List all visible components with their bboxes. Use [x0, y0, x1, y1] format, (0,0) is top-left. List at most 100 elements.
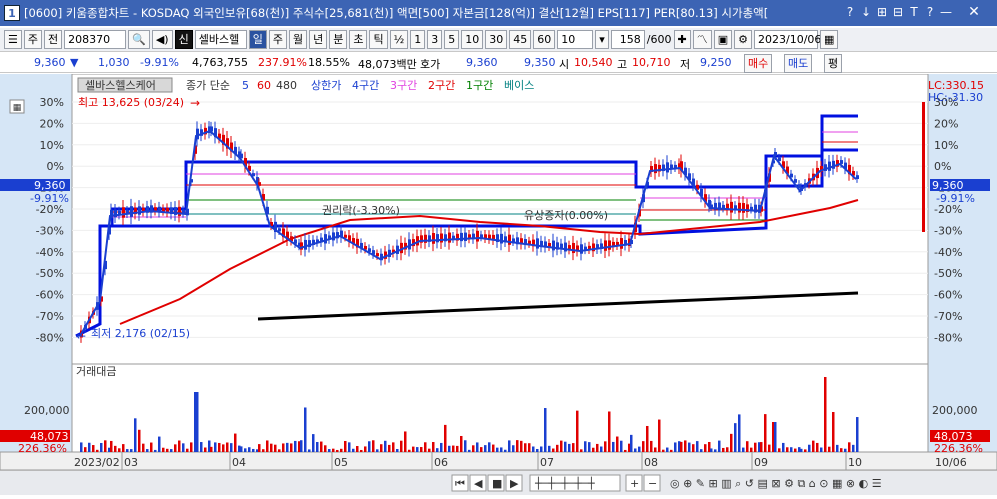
volume-bar [576, 410, 579, 452]
y-tick-left: 0% [47, 160, 64, 173]
x-tick-label: 08 [644, 456, 658, 469]
volume-bar [444, 424, 447, 452]
volume-bar [520, 440, 523, 452]
tab-second[interactable]: 초 [349, 30, 368, 49]
tools-strip[interactable]: ◎ ⊕ ✎ ⊞ ▥ ⌕ ↺ ▤ ⊠ ⚙ ⧉ ⌂ ⊙ ▦ ⊗ ◐ ☰ [670, 477, 882, 490]
volume-bar [484, 445, 487, 452]
chart-type-icon[interactable]: 〽 [692, 30, 712, 49]
volume-bar [134, 418, 137, 452]
volume-bar [360, 449, 363, 452]
chevron-down-icon[interactable]: ▾ [595, 30, 609, 49]
y-tick-right: -70% [934, 310, 962, 323]
volume-bar [612, 441, 615, 452]
volume-bar [730, 433, 733, 452]
range-input[interactable]: 158 [610, 30, 645, 49]
legend-ma60: 60 [257, 79, 271, 92]
volume-bar [480, 447, 483, 452]
volume-bar [308, 449, 311, 452]
question-icon[interactable]: ? [923, 3, 937, 21]
tab-month[interactable]: 월 [288, 30, 308, 49]
tab-week[interactable]: 주 [268, 30, 287, 49]
stock-name-field[interactable]: 셀바스헬 [194, 30, 247, 49]
volume-panel-title: 거래대금 [76, 365, 116, 378]
tab-day[interactable]: 일 [248, 30, 267, 49]
calendar-icon[interactable]: ▦ [820, 30, 839, 49]
close-icon[interactable]: ✕ [955, 3, 993, 21]
volume-bar [114, 445, 117, 452]
legend-band-3: 3구간 [390, 79, 417, 92]
volume-bar [512, 445, 515, 452]
volume-bar [544, 408, 547, 452]
tools-icon[interactable]: ✚ [673, 30, 691, 49]
minimize-icon[interactable]: — [939, 3, 953, 21]
tab-year[interactable]: 년 [309, 30, 328, 49]
volume-bar [768, 444, 771, 452]
sell-button[interactable]: 매도 [784, 54, 813, 73]
y-tick-left: -60% [36, 289, 64, 302]
volume-bar [666, 447, 669, 452]
pct-tag-right: -9.91% [936, 192, 975, 205]
stock-code-input[interactable]: 208370 [64, 30, 127, 49]
bid-price: 9,360 [466, 56, 498, 69]
volume-bar [146, 449, 149, 452]
interval-5[interactable]: 5 [444, 30, 460, 49]
interval-half[interactable]: ½ [389, 30, 409, 49]
volume-bar [320, 441, 323, 452]
candle-body [666, 162, 669, 173]
buy-button[interactable]: 매수 [744, 54, 773, 73]
legend-band-2: 2구간 [428, 79, 455, 92]
candle-body [448, 232, 451, 243]
volume-bar [248, 447, 251, 452]
speaker-icon[interactable]: ◀) [151, 30, 173, 49]
text-icon[interactable]: T [907, 3, 921, 21]
volume-bar [88, 442, 91, 452]
volume-bar [658, 419, 661, 452]
split-icon[interactable]: ⊟ [891, 3, 905, 21]
interval-60[interactable]: 60 [533, 30, 556, 49]
market-select[interactable]: 주 [23, 30, 42, 49]
tile-icon[interactable]: ⊞ [875, 3, 889, 21]
legend-band-label: 상한가 [311, 79, 341, 92]
tab-minute[interactable]: 분 [329, 30, 348, 49]
volume-bar [820, 447, 823, 452]
price-chart[interactable]: ▦ 30%20%10%0%-10%-20%-30%-40%-50%-60%-70… [0, 73, 997, 471]
search-icon[interactable]: 🔍 [128, 30, 150, 49]
price-change-pct: -9.91% [140, 56, 179, 69]
tab-tick[interactable]: 틱 [369, 30, 388, 49]
candle-body [730, 201, 733, 213]
volume-bar [110, 440, 113, 452]
volume-bar [190, 442, 193, 452]
menu-icon[interactable]: ☰ [4, 30, 22, 49]
interval-10[interactable]: 10 [461, 30, 484, 49]
scope-select[interactable]: 전 [44, 30, 63, 49]
range-total: /600 [646, 33, 672, 46]
candle-body [742, 203, 745, 213]
candle-body [572, 242, 575, 254]
interval-30[interactable]: 30 [485, 30, 508, 49]
eval-button[interactable]: 평 [824, 54, 843, 73]
volume-bar [432, 442, 435, 452]
interval-1[interactable]: 1 [410, 30, 426, 49]
volume-bar [638, 446, 641, 452]
help-icon[interactable]: ? [843, 3, 857, 21]
save-icon[interactable]: ▣ [713, 30, 733, 49]
down-arrow-icon: ▼ [70, 56, 79, 69]
count-select[interactable]: 10 [557, 30, 594, 49]
volume-bar [500, 447, 503, 452]
volume-bar [718, 440, 721, 452]
volume-bar [200, 442, 203, 452]
volume-bar [646, 425, 649, 452]
chart-area[interactable]: ▦ 30%20%10%0%-10%-20%-30%-40%-50%-60%-70… [0, 73, 997, 495]
download-icon[interactable]: ↓ [859, 3, 873, 21]
date-input[interactable]: 2023/10/06 [754, 30, 821, 49]
interval-45[interactable]: 45 [509, 30, 532, 49]
gear-icon[interactable]: ⚙ [734, 30, 752, 49]
zoom-track: ┼─┼─┼─┼─┼ [534, 476, 595, 490]
volume-bar [312, 434, 315, 452]
volume-bar [750, 447, 753, 452]
volume-bar [404, 431, 407, 452]
volume-bar [158, 436, 161, 452]
ex-rights-annotation: 권리락(-3.30%) [322, 204, 400, 217]
volume-bar [754, 442, 757, 452]
interval-3[interactable]: 3 [427, 30, 443, 49]
